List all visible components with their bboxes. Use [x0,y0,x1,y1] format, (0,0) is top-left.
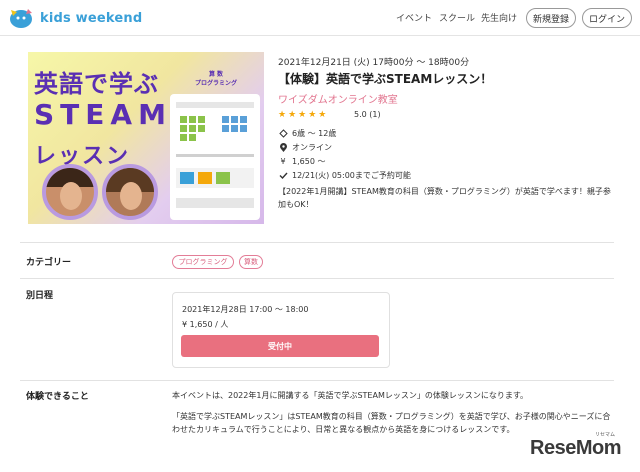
age-icon [278,129,288,139]
divider [20,380,614,381]
deadline-text: 12/21(火) 05:00までご予約可能 [292,171,411,180]
check-icon [278,171,288,181]
event-datetime: 2021年12月21日 (火) 17時00分 ～ 18時00分 [278,58,470,68]
hero-title-line2: STEAM [34,98,172,131]
experience-paragraph-2: 「英語で学ぶSTEAMレッスン」はSTEAM教育の科目（算数・プログラミング）を… [172,412,611,434]
panel-label-line2: プログラミング [194,80,237,87]
yen-icon: ¥ [280,157,286,166]
nav-school[interactable]: スクール [439,11,475,24]
event-hero-image: 英語で学ぶ STEAM レッスン 算 数 プログラミング [28,52,264,224]
age-text: 6歳 ～ 12歳 [292,129,337,138]
resemom-watermark-sub: リセマム [595,432,616,438]
hero-panel-label: 算 数 プログラミング [176,70,256,88]
info-deadline: 12/21(火) 05:00までご予約可能 [278,170,411,181]
rating-stars: ★★★★★ [278,110,329,120]
signup-button[interactable]: 新規登録 [526,8,576,28]
alt-schedule-label: 別日程 [26,291,54,301]
alt-schedule-datetime: 2021年12月28日 17:00 ～ 18:00 [182,305,309,314]
info-location: オンライン [278,142,332,153]
brand-name: kids weekend [40,10,143,26]
alt-schedule-card: 2021年12月28日 17:00 ～ 18:00 ¥ 1,650 / 人 受付… [172,292,390,368]
nav-teachers[interactable]: 先生向け [481,11,517,24]
location-pin-icon [278,142,288,153]
info-age: 6歳 ～ 12歳 [278,128,336,139]
location-text: オンライン [292,143,332,152]
panel-label-line1: 算 数 [208,71,224,78]
lesson-grid-illustration [176,102,254,208]
event-description: 【2022年1月開講】STEAM教育の科目（算数・プログラミング）が英語で学べま… [278,187,611,209]
info-price: ¥ 1,650 ～ [278,156,325,167]
logo[interactable]: kids weekend [8,6,142,30]
event-organizer-link[interactable]: ワイズダムオンライン教室 [278,91,398,106]
instructor-photo-1 [42,164,98,220]
kids-weekend-logo-icon [10,9,32,28]
reservation-open-button[interactable]: 受付中 [181,335,379,357]
alt-schedule-price: ¥ 1,650 / 人 [182,320,229,329]
divider [20,278,614,279]
event-title: 【体験】英語で学ぶSTEAMレッスン！ [278,72,493,86]
price-text: 1,650 ～ [292,157,326,166]
hero-title-line1: 英語で学ぶ [34,70,159,98]
experience-paragraph-1: 本イベントは、2022年1月に開講する「英語で学ぶSTEAMレッスン」の体験レッ… [172,391,529,400]
hero-lesson-screenshot [170,94,260,220]
top-header: kids weekend イベント スクール 先生向け 新規登録 ログイン [0,0,640,36]
experience-label: 体験できること [26,392,89,402]
nav-events[interactable]: イベント [396,11,432,24]
category-label: カテゴリー [26,258,72,268]
resemom-watermark: ReseMom [530,437,621,459]
category-tag-programming[interactable]: プログラミング [172,255,234,269]
rating-value[interactable]: 5.0 (1) [354,110,381,119]
login-button[interactable]: ログイン [582,8,632,28]
divider [20,242,614,243]
hero-title-line3: レッスン [34,144,131,169]
category-tag-math[interactable]: 算数 [239,255,263,269]
instructor-photo-2 [102,164,158,220]
